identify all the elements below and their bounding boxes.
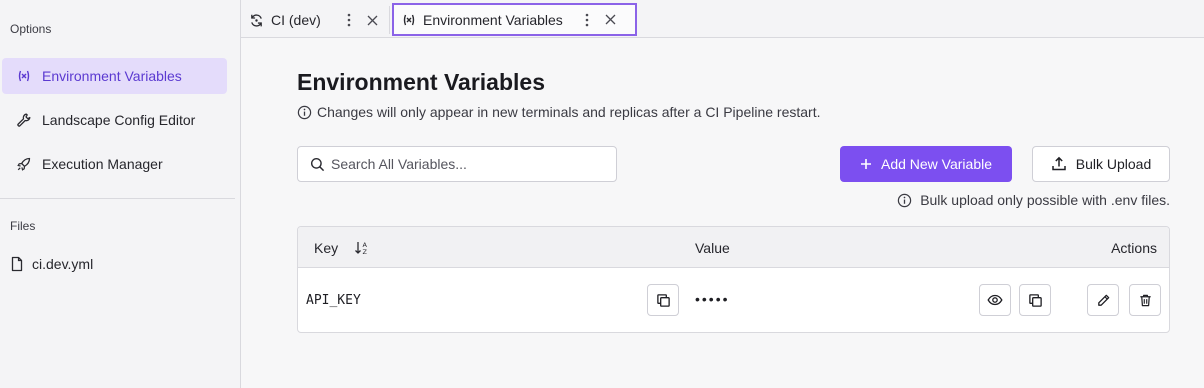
file-item-ci-dev-yml[interactable]: ci.dev.yml [10,253,93,275]
close-icon[interactable] [603,12,619,28]
delete-variable-button[interactable] [1129,284,1161,316]
info-icon [297,105,312,120]
tab-bar: CI (dev) Environment Variables [241,0,1204,38]
file-label: ci.dev.yml [32,256,94,272]
search-field[interactable] [297,146,617,182]
variable-icon [16,68,32,84]
sidebar-item-label: Landscape Config Editor [42,112,196,128]
column-header-value: Value [695,240,730,256]
rocket-icon [16,156,32,172]
trash-icon [1139,294,1151,306]
column-header-actions: Actions [1111,240,1157,256]
copy-value-button[interactable] [1019,284,1051,316]
sort-az-icon[interactable]: AZ [354,240,370,256]
variables-table: Key AZ Value Actions API_KEY ••••• [297,226,1170,333]
add-new-variable-button[interactable]: Add New Variable [840,146,1012,182]
edit-variable-button[interactable] [1087,284,1119,316]
eye-icon [987,294,1003,306]
column-header-key-label: Key [314,240,339,256]
variable-icon [402,13,416,27]
sidebar-divider [0,198,235,199]
reveal-value-button[interactable] [979,284,1011,316]
sidebar-item-execution-manager[interactable]: Execution Manager [2,146,227,182]
sidebar-item-label: Execution Manager [42,156,163,172]
plus-icon [860,158,872,170]
copy-icon [656,293,670,307]
wrench-icon [16,112,32,128]
table-row: API_KEY ••••• [298,268,1169,332]
column-header-key: Key AZ [314,240,370,256]
sidebar-item-environment-variables[interactable]: Environment Variables [2,58,227,94]
variable-value-masked: ••••• [695,291,730,307]
options-section-label: Options [10,22,52,36]
sidebar-item-label: Environment Variables [42,68,182,84]
sidebar: Options Environment Variables Landscape … [0,0,241,388]
search-icon [310,157,325,172]
tab-environment-variables[interactable]: Environment Variables [392,3,637,36]
add-new-variable-label: Add New Variable [880,156,993,172]
restart-info-text: Changes will only appear in new terminal… [317,104,821,120]
svg-text:Z: Z [363,248,368,256]
bulk-upload-note-text: Bulk upload only possible with .env file… [920,192,1170,208]
search-input[interactable] [331,156,616,172]
info-icon [897,193,912,208]
variable-key: API_KEY [306,293,361,308]
table-header: Key AZ Value Actions [298,227,1169,268]
tab-separator [389,6,390,34]
tab-ci-dev[interactable]: CI (dev) [249,4,389,36]
close-icon[interactable] [365,12,381,28]
files-section-label: Files [10,219,36,233]
copy-key-button[interactable] [647,284,679,316]
pencil-icon [1097,294,1109,306]
bulk-upload-button[interactable]: Bulk Upload [1032,146,1170,182]
bulk-upload-note: Bulk upload only possible with .env file… [897,192,1170,208]
more-vertical-icon[interactable] [579,12,595,28]
tab-label: CI (dev) [271,12,321,28]
refresh-icon [249,13,264,28]
upload-icon [1051,156,1067,172]
file-icon [10,256,24,272]
page-title: Environment Variables [297,69,545,95]
restart-info: Changes will only appear in new terminal… [297,104,820,120]
tab-label: Environment Variables [423,11,563,28]
copy-icon [1028,293,1042,307]
more-vertical-icon[interactable] [341,12,357,28]
bulk-upload-label: Bulk Upload [1075,156,1152,172]
sidebar-item-landscape-config-editor[interactable]: Landscape Config Editor [2,102,227,138]
